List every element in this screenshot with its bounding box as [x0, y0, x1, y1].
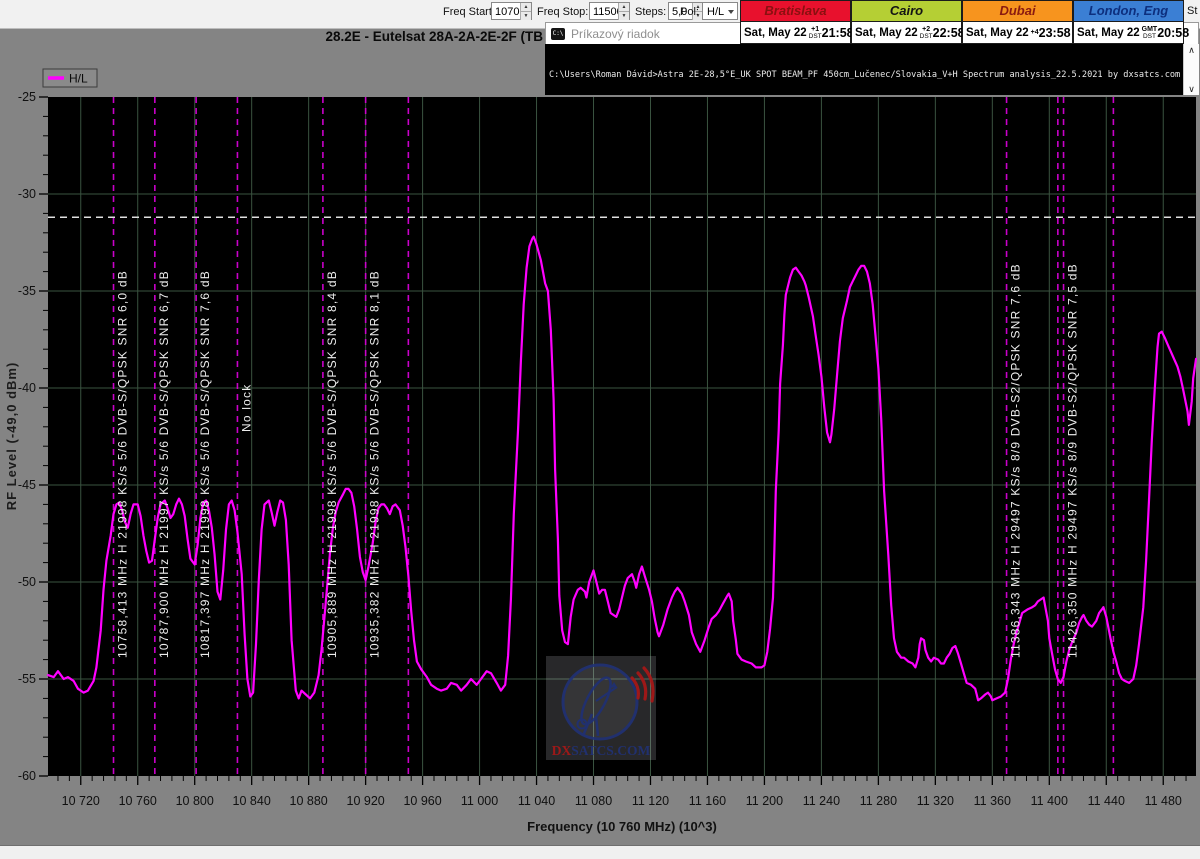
freq-start-spinner[interactable]: ▲▼ [520, 3, 531, 19]
cmd-icon: C:\ [551, 28, 565, 40]
dxsatcs-logo-text: DXSATCS.COM [552, 743, 651, 758]
pol-label: Pol: [680, 6, 699, 18]
scroll-up-icon[interactable]: ∧ [1184, 44, 1199, 56]
y-tick-label: -60 [18, 769, 36, 783]
clock-dubai: Dubai Sat, May 22 +4 23:58 [962, 0, 1073, 44]
spin-up-icon[interactable]: ▲ [520, 3, 531, 11]
y-tick-label: -55 [18, 672, 36, 686]
world-clocks: Bratislava Sat, May 22 +1DST 21:58 Cairo… [740, 0, 1184, 44]
x-tick-label: 11 200 [746, 794, 783, 808]
console-scrollbar[interactable]: ∧ ∨ [1183, 44, 1199, 95]
clock-zone: +2DST [920, 26, 933, 40]
x-tick-label: 11 360 [974, 794, 1011, 808]
freq-stop-input[interactable]: 11500 ▲▼ [589, 2, 630, 20]
x-axis-title: Frequency (10 760 MHz) (10^3) [527, 819, 717, 834]
x-tick-label: 10 960 [403, 794, 441, 808]
command-prompt-body[interactable]: C:\Users\Roman Dávid>Astra 2E-28,5°E_UK … [545, 44, 1199, 95]
chart-title: 28.2E - Eutelsat 28A-2A-2E-2F (TB [0, 29, 543, 44]
clock-city-header: Bratislava [740, 0, 851, 21]
x-tick-label: 11 400 [1031, 794, 1068, 808]
clock-cairo: Cairo Sat, May 22 +2DST 22:58 [851, 0, 962, 44]
freq-stop-label: Freq Stop: [537, 6, 588, 18]
carrier-annotation: 11386,343 MHz H 29497 KS/s 8/9 DVB-S2/QP… [1009, 263, 1023, 658]
carrier-annotation: 10905,889 MHz H 21998 KS/s 5/6 DVB-S/QPS… [325, 270, 339, 658]
x-tick-label: 11 040 [518, 794, 555, 808]
y-axis-title: RF Level (-49,0 dBm) [4, 362, 19, 511]
clock-city-header: Dubai [962, 0, 1073, 21]
x-tick-label: 11 000 [461, 794, 498, 808]
clock-bratislava: Bratislava Sat, May 22 +1DST 21:58 [740, 0, 851, 44]
x-tick-label: 11 080 [575, 794, 612, 808]
freq-start-input[interactable]: 10700 ▲▼ [491, 2, 532, 20]
scroll-down-icon[interactable]: ∨ [1184, 83, 1199, 95]
legend: H/L [43, 69, 97, 87]
x-tick-label: 11 480 [1145, 794, 1182, 808]
clock-time: 20:58 [1157, 26, 1192, 40]
pol-select[interactable]: H/L [702, 2, 738, 20]
spin-down-icon[interactable]: ▼ [618, 11, 629, 20]
clock-date: Sat, May 22 [741, 27, 807, 39]
x-tick-label: 10 880 [290, 794, 328, 808]
start-button-partial[interactable]: St [1187, 5, 1197, 17]
steps-label: Steps: [635, 6, 666, 18]
chevron-down-icon [728, 10, 734, 14]
x-tick-label: 11 280 [860, 794, 897, 808]
bottom-status-strip [0, 845, 1200, 859]
y-tick-label: -35 [18, 284, 36, 298]
freq-start-label: Freq Start: [443, 6, 495, 18]
x-tick-label: 10 760 [119, 794, 157, 808]
clock-city-header: London, Eng [1073, 0, 1184, 21]
y-tick-label: -40 [18, 381, 36, 395]
freq-stop-spinner[interactable]: ▲▼ [618, 3, 629, 19]
carrier-annotation: No lock [239, 384, 253, 432]
clock-zone: +1DST [809, 26, 822, 40]
x-tick-label: 11 160 [689, 794, 726, 808]
carrier-annotation: 10758,413 MHz H 21998 KS/s 5/6 DVB-S/QPS… [116, 270, 130, 658]
clock-date: Sat, May 22 [1074, 27, 1140, 39]
x-tick-label: 11 440 [1088, 794, 1125, 808]
command-prompt-line: C:\Users\Roman Dávid>Astra 2E-28,5°E_UK … [549, 70, 1180, 80]
clock-time: 23:58 [1039, 26, 1074, 40]
clock-date: Sat, May 22 [963, 27, 1029, 39]
x-tick-label: 10 720 [62, 794, 100, 808]
spectrum-chart: DXSATCS.COM 10758,413 MHz H 21998 KS/s 5/… [0, 44, 1200, 845]
clock-date: Sat, May 22 [852, 27, 918, 39]
carrier-annotation: 11426,350 MHz H 29497 KS/s 8/9 DVB-S2/QP… [1066, 263, 1080, 658]
x-tick-label: 11 240 [803, 794, 840, 808]
x-tick-label: 11 120 [632, 794, 669, 808]
x-tick-label: 10 920 [347, 794, 385, 808]
legend-label: H/L [69, 72, 88, 86]
spin-down-icon[interactable]: ▼ [520, 11, 531, 20]
x-tick-label: 10 800 [176, 794, 214, 808]
clock-city-header: Cairo [851, 0, 962, 21]
carrier-annotation: 10935,382 MHz H 21998 KS/s 5/6 DVB-S/QPS… [368, 270, 382, 658]
clock-body: Sat, May 22 +2DST 22:58 [851, 21, 962, 44]
carrier-annotation: 10787,900 MHz H 21997 KS/s 5/6 DVB-S/QPS… [157, 270, 171, 658]
command-prompt-title: Príkazový riadok [571, 27, 660, 41]
y-tick-label: -50 [18, 575, 36, 589]
clock-body: Sat, May 22 GMTDST 20:58 [1073, 21, 1184, 44]
y-tick-label: -25 [18, 90, 36, 104]
clock-body: Sat, May 22 +4 23:58 [962, 21, 1073, 44]
clock-zone: +4 [1031, 29, 1039, 36]
y-tick-label: -30 [18, 187, 36, 201]
dxsatcs-logo: DXSATCS.COM [546, 656, 656, 760]
x-tick-label: 10 840 [233, 794, 271, 808]
spectrum-analyzer-screen: Freq Start: 10700 ▲▼ Freq Stop: 11500 ▲▼… [0, 0, 1200, 859]
carrier-annotation: 10817,397 MHz H 21998 KS/s 5/6 DVB-S/QPS… [198, 270, 212, 658]
x-tick-label: 11 320 [917, 794, 954, 808]
clock-london: London, Eng Sat, May 22 GMTDST 20:58 [1073, 0, 1184, 44]
y-tick-label: -45 [18, 478, 36, 492]
spin-up-icon[interactable]: ▲ [618, 3, 629, 11]
clock-body: Sat, May 22 +1DST 21:58 [740, 21, 851, 44]
clock-zone: GMTDST [1142, 26, 1158, 40]
